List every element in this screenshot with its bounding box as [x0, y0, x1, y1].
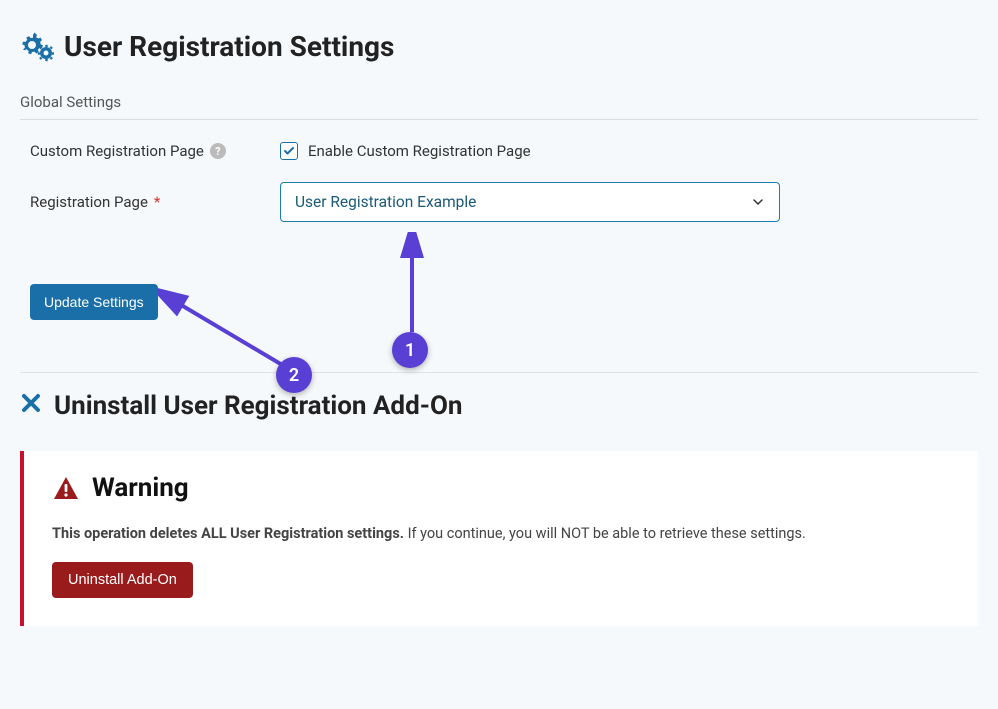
enable-custom-registration-checkbox[interactable]: [280, 142, 298, 160]
global-settings-label: Global Settings: [20, 93, 978, 120]
chevron-down-icon: [751, 195, 765, 209]
warning-text: This operation deletes ALL User Registra…: [52, 525, 950, 542]
required-asterisk: *: [154, 193, 160, 211]
enable-custom-registration-cell: Enable Custom Registration Page: [280, 142, 531, 160]
warning-header: Warning: [52, 473, 950, 503]
custom-registration-page-label: Custom Registration Page: [30, 142, 204, 160]
page-title-row: User Registration Settings: [20, 30, 978, 63]
uninstall-addon-button[interactable]: Uninstall Add-On: [52, 562, 193, 598]
gears-icon: [20, 32, 54, 62]
registration-page-select-wrap: User Registration Example: [280, 182, 780, 222]
registration-page-row: Registration Page * User Registration Ex…: [30, 182, 978, 222]
registration-page-select[interactable]: User Registration Example: [280, 182, 780, 222]
registration-page-selected-value: User Registration Example: [295, 193, 476, 211]
help-icon[interactable]: ?: [210, 143, 226, 159]
custom-registration-page-row: Custom Registration Page ? Enable Custom…: [30, 142, 978, 160]
enable-custom-registration-label: Enable Custom Registration Page: [308, 142, 531, 160]
update-settings-button[interactable]: Update Settings: [30, 284, 158, 320]
uninstall-title: Uninstall User Registration Add-On: [54, 391, 462, 421]
warning-bold: This operation deletes ALL User Registra…: [52, 525, 404, 542]
warning-box: Warning This operation deletes ALL User …: [20, 451, 978, 626]
custom-registration-page-label-cell: Custom Registration Page ?: [30, 142, 280, 160]
annotation-callout-1: 1: [392, 332, 428, 368]
section-divider: [20, 372, 978, 373]
warning-triangle-icon: [52, 475, 80, 501]
uninstall-title-row: Uninstall User Registration Add-On: [20, 391, 978, 421]
warning-heading: Warning: [92, 473, 189, 503]
page-title: User Registration Settings: [64, 30, 394, 63]
warning-rest: If you continue, you will NOT be able to…: [404, 525, 806, 542]
registration-page-label: Registration Page: [30, 193, 148, 211]
registration-page-label-cell: Registration Page *: [30, 193, 280, 211]
annotation-callout-1-number: 1: [405, 340, 415, 361]
annotation-callout-2-number: 2: [289, 365, 299, 386]
settings-block: Custom Registration Page ? Enable Custom…: [20, 142, 978, 320]
close-icon: [20, 392, 42, 420]
annotation-callout-2: 2: [276, 357, 312, 393]
